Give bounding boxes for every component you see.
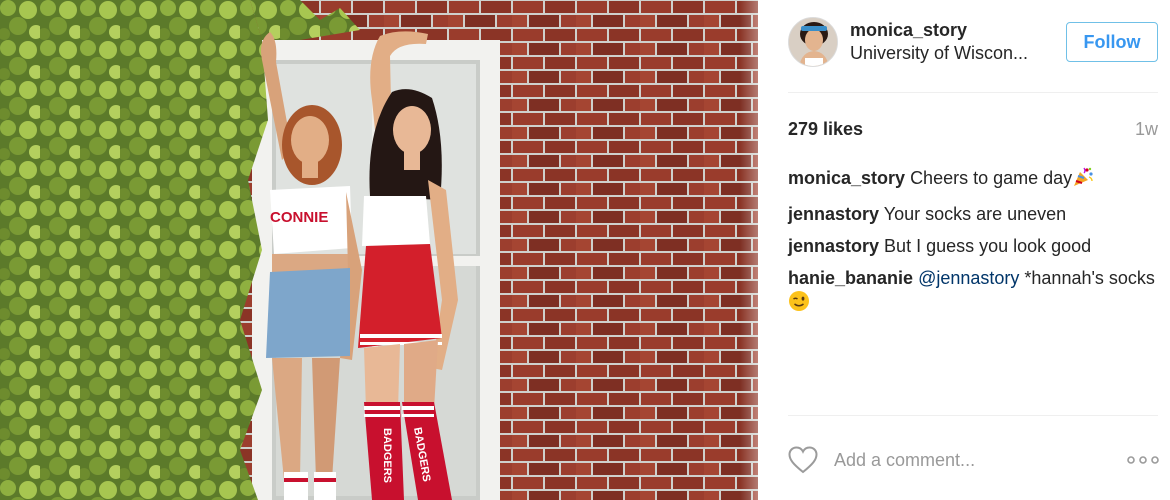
comment-text: *hannah's socks <box>1024 268 1155 288</box>
photo-edge-fade <box>740 0 758 500</box>
comment-list: monica_story Cheers to game day jennasto… <box>788 166 1158 327</box>
header-divider <box>788 92 1158 93</box>
comment-author[interactable]: jennastory <box>788 236 879 256</box>
add-comment-input[interactable] <box>834 447 1034 473</box>
post-username[interactable]: monica_story <box>850 20 967 41</box>
avatar[interactable] <box>788 17 838 67</box>
party-popper-emoji <box>1072 166 1094 194</box>
comment-mention[interactable]: @jennastory <box>918 268 1019 288</box>
heart-icon[interactable] <box>788 446 818 474</box>
post-timestamp[interactable]: 1w <box>1135 119 1158 140</box>
comment-item: jennastory But I guess you look good <box>788 235 1158 258</box>
like-count[interactable]: 279 likes <box>788 119 863 140</box>
more-options-icon[interactable] <box>1126 452 1160 468</box>
post-header: monica_story University of Wiscon... Fol… <box>758 0 1170 92</box>
follow-button[interactable]: Follow <box>1066 22 1158 62</box>
comment-author[interactable]: monica_story <box>788 168 905 188</box>
post-sidebar: monica_story University of Wiscon... Fol… <box>758 0 1170 500</box>
left-shirt-text: CONNIE <box>270 209 328 226</box>
comment-item: jennastory Your socks are uneven <box>788 203 1158 226</box>
post-location[interactable]: University of Wiscon... <box>850 43 1028 64</box>
comment-text: But I guess you look good <box>884 236 1092 256</box>
ivy <box>0 0 268 500</box>
comment-author[interactable]: hanie_bananie <box>788 268 913 288</box>
left-sock-text: BADGERS <box>381 428 393 483</box>
comment-text: Cheers to game day <box>910 168 1073 188</box>
winking-face-emoji <box>788 290 810 318</box>
comment-item: hanie_bananie @jennastory *hannah's sock… <box>788 267 1158 318</box>
comment-text: Your socks are uneven <box>883 204 1067 224</box>
comment-item: monica_story Cheers to game day <box>788 166 1158 194</box>
comment-composer <box>758 416 1170 500</box>
post-photo[interactable]: CONNIE BADGERS BADGERS <box>0 0 758 500</box>
comment-author[interactable]: jennastory <box>788 204 879 224</box>
